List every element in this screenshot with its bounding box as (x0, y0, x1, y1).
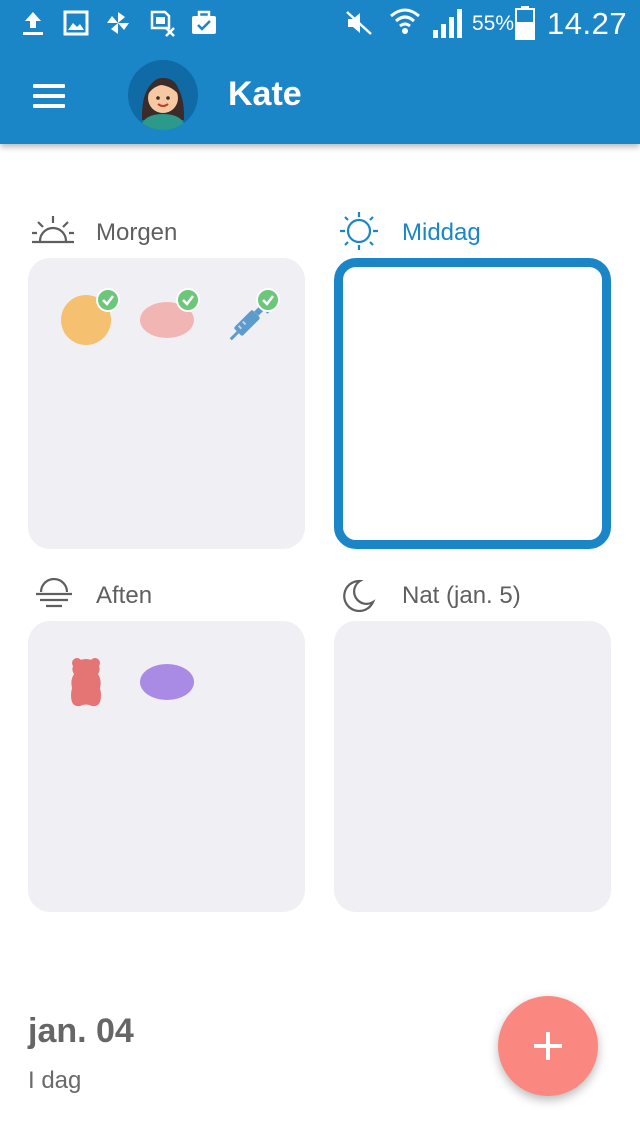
section-label-morning: Morgen (96, 219, 178, 246)
app-bar: Kate (0, 48, 640, 144)
section-label-night: Nat (jan. 5) (402, 582, 521, 609)
sunset-icon (36, 578, 72, 608)
section-label-midday: Middag (402, 219, 481, 246)
sim-blocked-icon (150, 10, 175, 37)
slot-evening[interactable] (28, 621, 305, 912)
avatar[interactable] (128, 60, 198, 130)
add-button[interactable] (498, 996, 598, 1096)
user-avatar-icon (140, 78, 186, 130)
battery-icon (515, 6, 535, 40)
sun-icon (340, 212, 378, 250)
user-name[interactable]: Kate (228, 75, 302, 114)
briefcase-check-icon (192, 10, 216, 34)
check-icon (256, 288, 280, 312)
battery-percent: 55% (472, 12, 515, 35)
gummy-bear-icon[interactable] (68, 656, 104, 708)
upload-icon (23, 12, 43, 35)
slot-night[interactable] (334, 621, 611, 912)
sunrise-icon (32, 216, 74, 244)
check-icon (176, 288, 200, 312)
pinwheel-icon (107, 12, 129, 34)
status-bar: 55% 14.27 (0, 0, 640, 48)
wifi-icon (390, 8, 420, 34)
section-label-evening: Aften (96, 582, 153, 609)
slot-morning[interactable] (28, 258, 305, 549)
date-title: jan. 04 (28, 1012, 134, 1050)
oval-pill-icon[interactable] (140, 664, 194, 700)
moon-icon (343, 579, 376, 612)
mute-icon (346, 11, 372, 35)
check-icon (96, 288, 120, 312)
hamburger-menu-icon[interactable] (28, 76, 72, 116)
slot-midday[interactable] (334, 258, 611, 549)
clock: 14.27 (547, 6, 628, 41)
signal-icon (433, 9, 462, 38)
date-subtitle: I dag (28, 1067, 82, 1094)
image-icon (63, 10, 89, 36)
top-bar: 55% 14.27 Kate (0, 0, 640, 144)
